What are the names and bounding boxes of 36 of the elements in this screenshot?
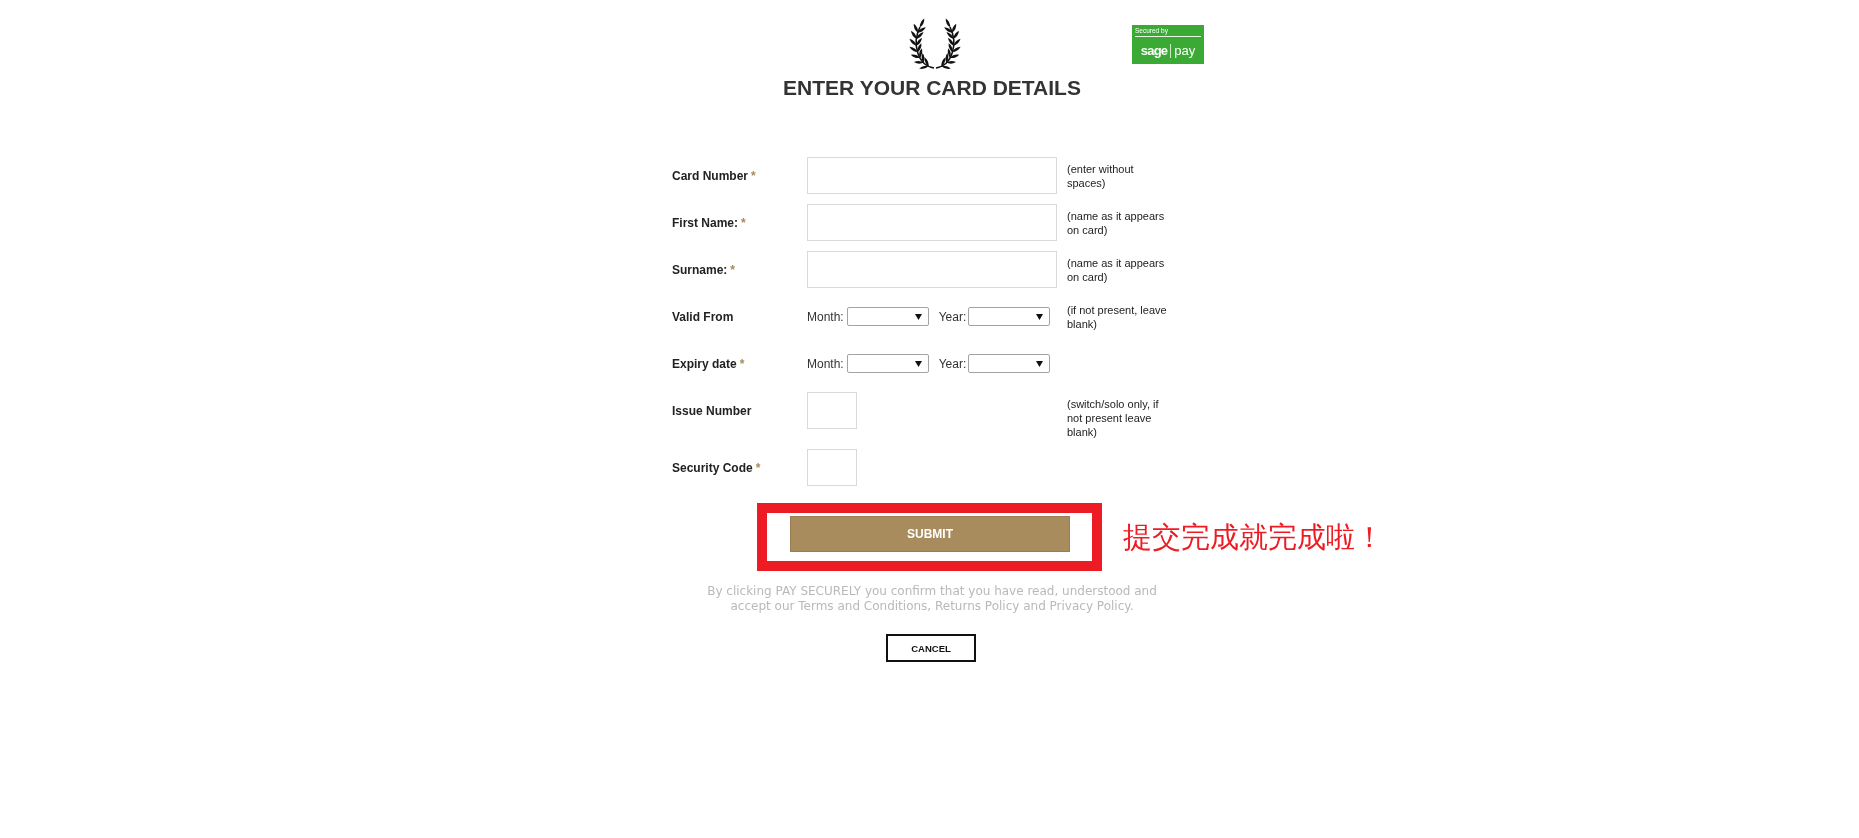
- input-field[interactable]: [807, 392, 857, 429]
- badge-wordmark: sage: [1140, 43, 1168, 58]
- annotation-text: 提交完成就完成啦！: [1123, 520, 1384, 554]
- year-dropdown[interactable]: [968, 307, 1051, 326]
- month-label: Month:: [807, 356, 844, 371]
- month-label: Month:: [807, 309, 844, 324]
- month-dropdown[interactable]: [846, 354, 929, 373]
- month-dropdown[interactable]: [846, 307, 929, 326]
- field-label: Security Code *: [672, 460, 761, 475]
- year-label: Year:: [938, 309, 967, 324]
- caret-icon: [1036, 313, 1044, 320]
- input-field[interactable]: [807, 251, 1057, 288]
- input-field[interactable]: [807, 204, 1057, 241]
- disclaimer-text: By clicking PAY SECURELY you confirm that you have read, understood and accept our Terms and Conditions, Returns Policy and Privacy Policy.: [706, 584, 1158, 614]
- caret-icon: [914, 360, 922, 367]
- field-label: Expiry date *: [672, 356, 745, 371]
- field-hint: (name as it appears on card): [1067, 209, 1166, 237]
- field-hint: (if not present, leave blank): [1067, 303, 1168, 331]
- field-hint: (switch/solo only, if not present leave blank): [1067, 397, 1160, 439]
- year-label: Year:: [938, 356, 967, 371]
- input-field[interactable]: [807, 449, 857, 486]
- field-label: First Name: *: [672, 215, 746, 230]
- caret-icon: [1036, 360, 1044, 367]
- caret-icon: [914, 313, 922, 320]
- year-dropdown[interactable]: [968, 354, 1051, 373]
- badge-wordmark: pay: [1174, 43, 1196, 58]
- input-field[interactable]: [807, 157, 1057, 194]
- laurel-wreath-logo: [907, 18, 963, 70]
- page-title: ENTER YOUR CARD DETAILS: [783, 76, 1081, 100]
- field-hint: (name as it appears on card): [1067, 256, 1166, 284]
- field-label: Issue Number: [672, 403, 752, 418]
- cancel-button[interactable]: CANCEL: [886, 634, 976, 662]
- field-hint: (enter without spaces): [1067, 162, 1135, 190]
- field-label: Surname: *: [672, 262, 736, 277]
- field-label: Card Number *: [672, 168, 756, 183]
- field-label: Valid From: [672, 309, 734, 324]
